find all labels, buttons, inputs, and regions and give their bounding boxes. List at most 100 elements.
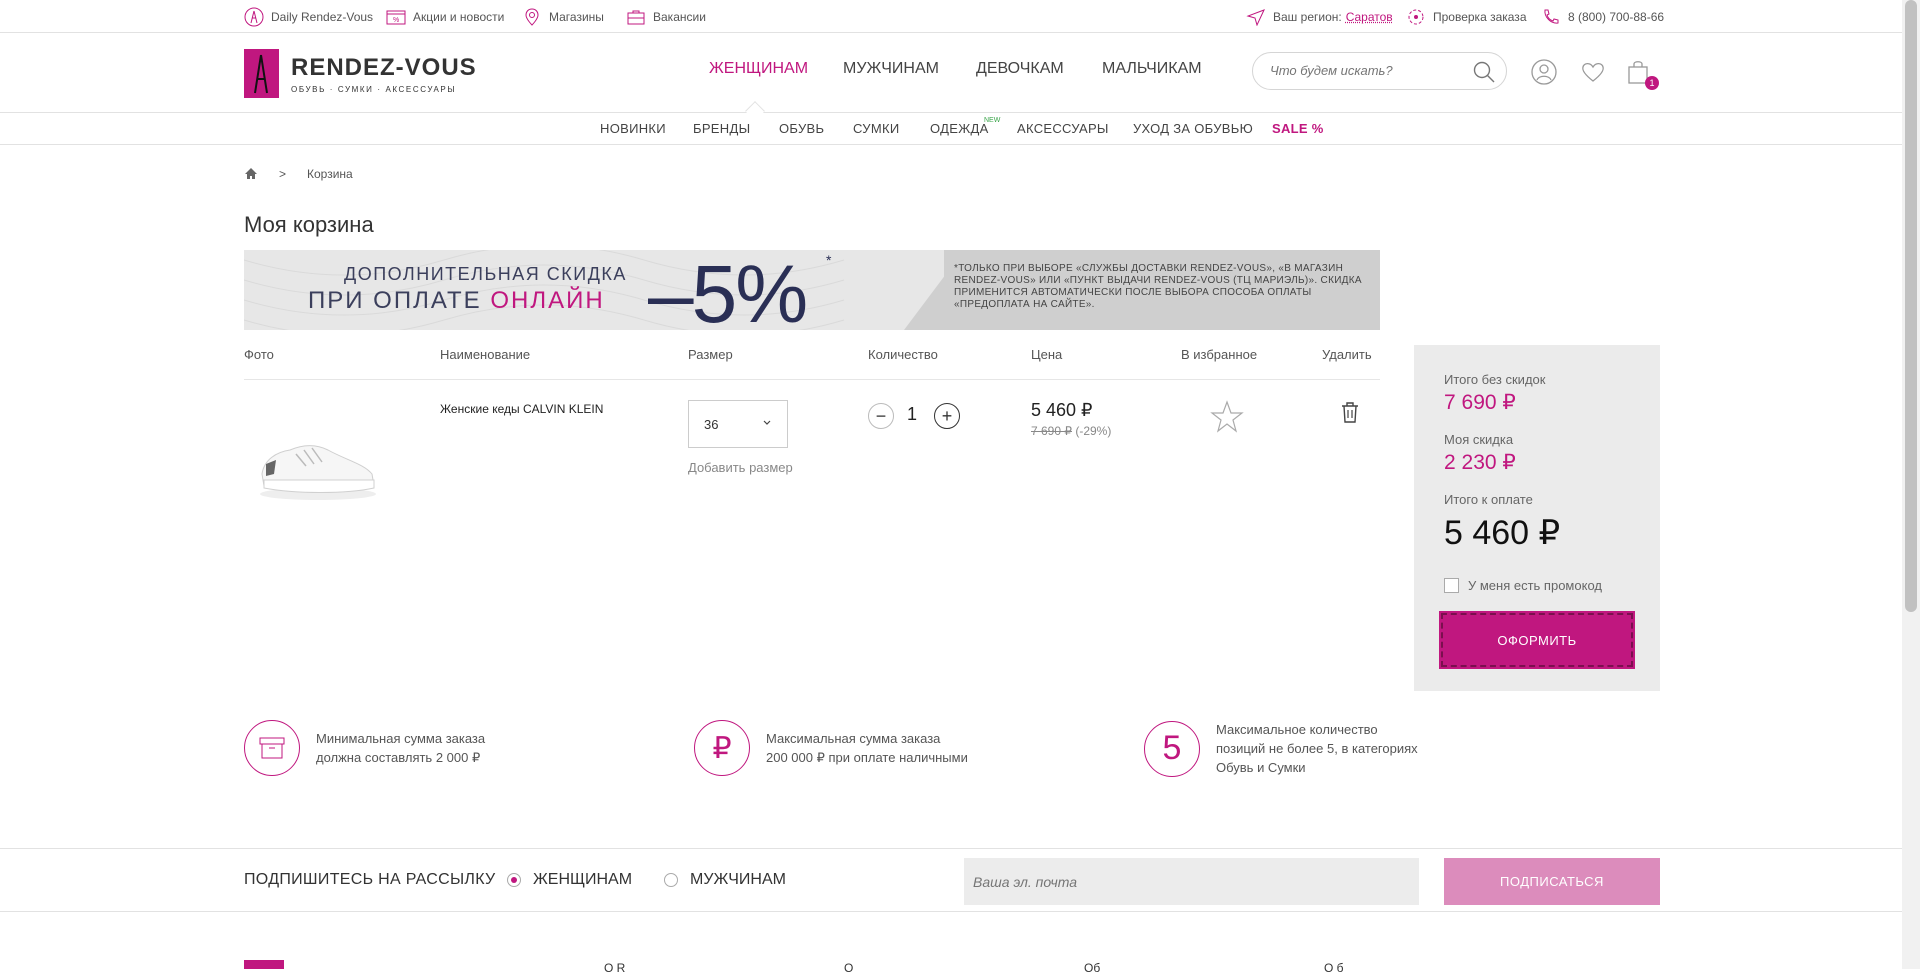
order-summary: Итого без скидок 7 690 ₽ Моя скидка 2 23… [1414, 345, 1660, 691]
search-icon[interactable] [1472, 60, 1496, 84]
info-items-line1: Максимальное количество [1216, 720, 1418, 739]
search-input[interactable] [1268, 62, 1468, 79]
subnav-new[interactable]: НОВИНКИ [600, 121, 666, 136]
region-value[interactable]: Саратов [1346, 10, 1393, 24]
banner-line2: ПРИ ОПЛАТЕ ОНЛАЙН [308, 287, 605, 315]
order-check-link[interactable]: Проверка заказа [1406, 0, 1527, 33]
info-items-line3: Обувь и Сумки [1216, 758, 1418, 777]
header-price: Цена [1031, 347, 1062, 362]
product-name[interactable]: Женские кеды CALVIN KLEIN [440, 402, 603, 416]
promo-label: У меня есть промокод [1468, 578, 1602, 593]
info-min-order: Минимальная сумма заказа должна составлят… [244, 720, 485, 776]
radio-men[interactable]: МУЖЧИНАМ [664, 871, 786, 889]
email-input[interactable] [964, 858, 1419, 905]
product-image[interactable] [256, 430, 380, 502]
qty-value: 1 [907, 404, 917, 425]
search-box[interactable] [1252, 52, 1507, 90]
item-price: 5 460 ₽ [1031, 400, 1093, 421]
breadcrumb-current: Корзина [307, 167, 353, 181]
summary-discount-label: Моя скидка [1444, 432, 1513, 447]
banner-discount: –5% [648, 250, 806, 330]
radio-women[interactable]: ЖЕНЩИНАМ [507, 871, 632, 889]
info-max-line2: 200 000 ₽ при оплате наличными [766, 748, 968, 767]
region-label: Ваш регион: [1273, 10, 1342, 24]
heart-icon[interactable] [1580, 59, 1606, 85]
nav-women[interactable]: ЖЕНЩИНАМ [709, 60, 808, 78]
footer-col-3: Об [1084, 961, 1100, 975]
info-min-line2: должна составлять 2 000 ₽ [316, 748, 485, 767]
summary-discount-value: 2 230 ₽ [1444, 450, 1516, 475]
banner-note: *ТОЛЬКО ПРИ ВЫБОРЕ «СЛУЖБЫ ДОСТАВКИ REND… [954, 263, 1374, 311]
subnav-sale[interactable]: SALE % [1272, 121, 1324, 136]
subnav-accessories[interactable]: АКСЕССУАРЫ [1017, 121, 1109, 136]
stores-link[interactable]: Магазины [522, 0, 604, 33]
user-icon[interactable] [1531, 59, 1557, 85]
ruble-icon: ₽ [694, 720, 750, 776]
radio-women-label: ЖЕНЩИНАМ [533, 871, 632, 889]
banner-line2-accent: ОНЛАЙН [490, 287, 604, 314]
eiffel-icon [244, 7, 264, 27]
cart-count-badge: 1 [1645, 76, 1659, 90]
promo-link[interactable]: % Акции и новости [386, 0, 504, 33]
percent-tag-icon: % [386, 8, 406, 26]
site-logo[interactable]: RENDEZ-VOUS ОБУВЬ · СУМКИ · АКСЕССУАРЫ [244, 49, 477, 98]
item-old-price-block: 7 690 ₽ (-29%) [1031, 424, 1111, 438]
region-selector[interactable]: Ваш регион: Саратов [1246, 0, 1393, 33]
subnav-clothes[interactable]: ОДЕЖДА [930, 121, 989, 136]
checkout-button[interactable]: ОФОРМИТЬ [1441, 613, 1633, 667]
info-max-items: 5 Максимальное количество позиций не боле… [1144, 720, 1418, 777]
summary-no-discount-value: 7 690 ₽ [1444, 390, 1516, 415]
subnav-brands[interactable]: БРЕНДЫ [693, 121, 750, 136]
star-icon[interactable] [1210, 400, 1244, 434]
header-size: Размер [688, 347, 733, 362]
daily-link[interactable]: Daily Rendez-Vous [244, 0, 373, 33]
radio-women-dot[interactable] [507, 873, 521, 887]
header-photo: Фото [244, 347, 274, 362]
banner-line1: ДОПОЛНИТЕЛЬНАЯ СКИДКА [344, 264, 627, 285]
footer-col-2: О [844, 961, 853, 975]
subnav-shoe-care[interactable]: УХОД ЗА ОБУВЬЮ [1133, 121, 1253, 136]
breadcrumb-separator: > [279, 167, 286, 181]
page-title: Моя корзина [244, 212, 374, 238]
promo-code-toggle[interactable]: У меня есть промокод [1444, 578, 1602, 593]
page-scrollbar[interactable] [1902, 0, 1920, 969]
daily-label: Daily Rendez-Vous [271, 10, 373, 24]
subscribe-button[interactable]: ПОДПИСАТЬСЯ [1444, 858, 1660, 905]
info-items-line2: позиций не более 5, в категориях [1216, 739, 1418, 758]
new-badge: NEW [984, 117, 1000, 124]
add-size-link[interactable]: Добавить размер [688, 460, 793, 475]
map-pin-icon [522, 7, 542, 27]
location-arrow-icon [1246, 8, 1266, 26]
nav-men[interactable]: МУЖЧИНАМ [843, 60, 939, 78]
item-discount-percent: (-29%) [1072, 424, 1111, 438]
promo-checkbox[interactable] [1444, 578, 1459, 593]
radio-men-dot[interactable] [664, 873, 678, 887]
online-payment-banner[interactable]: ДОПОЛНИТЕЛЬНАЯ СКИДКА ПРИ ОПЛАТЕ ОНЛАЙН … [244, 250, 1380, 330]
subnav-bags[interactable]: СУМКИ [853, 121, 899, 136]
box-icon [244, 720, 300, 776]
banner-line2-prefix: ПРИ ОПЛАТЕ [308, 287, 490, 314]
order-check-label: Проверка заказа [1433, 10, 1527, 24]
active-nav-caret [745, 101, 765, 121]
nav-girls[interactable]: ДЕВОЧКАМ [976, 60, 1064, 78]
header-favorite: В избранное [1181, 347, 1257, 362]
summary-total-label: Итого к оплате [1444, 492, 1533, 507]
qty-minus-button[interactable]: − [868, 403, 894, 429]
trash-icon[interactable] [1340, 400, 1360, 424]
scrollbar-thumb[interactable] [1905, 0, 1917, 612]
phone-link[interactable]: 8 (800) 700-88-66 [1541, 0, 1664, 33]
five-icon: 5 [1144, 721, 1200, 777]
home-icon[interactable] [244, 167, 258, 180]
size-select[interactable]: 36 [688, 400, 788, 448]
footer-col-1: О R [604, 961, 625, 975]
briefcase-icon [626, 8, 646, 26]
subscribe-top-divider [0, 848, 1902, 849]
qty-plus-button[interactable]: + [934, 403, 960, 429]
jobs-link[interactable]: Вакансии [626, 0, 706, 33]
phone-icon [1541, 7, 1561, 27]
size-value: 36 [704, 417, 718, 432]
promo-label: Акции и новости [413, 10, 504, 24]
subnav-shoes[interactable]: ОБУВЬ [779, 121, 824, 136]
nav-boys[interactable]: МАЛЬЧИКАМ [1102, 60, 1202, 78]
footer-col-4: О б [1324, 961, 1344, 975]
